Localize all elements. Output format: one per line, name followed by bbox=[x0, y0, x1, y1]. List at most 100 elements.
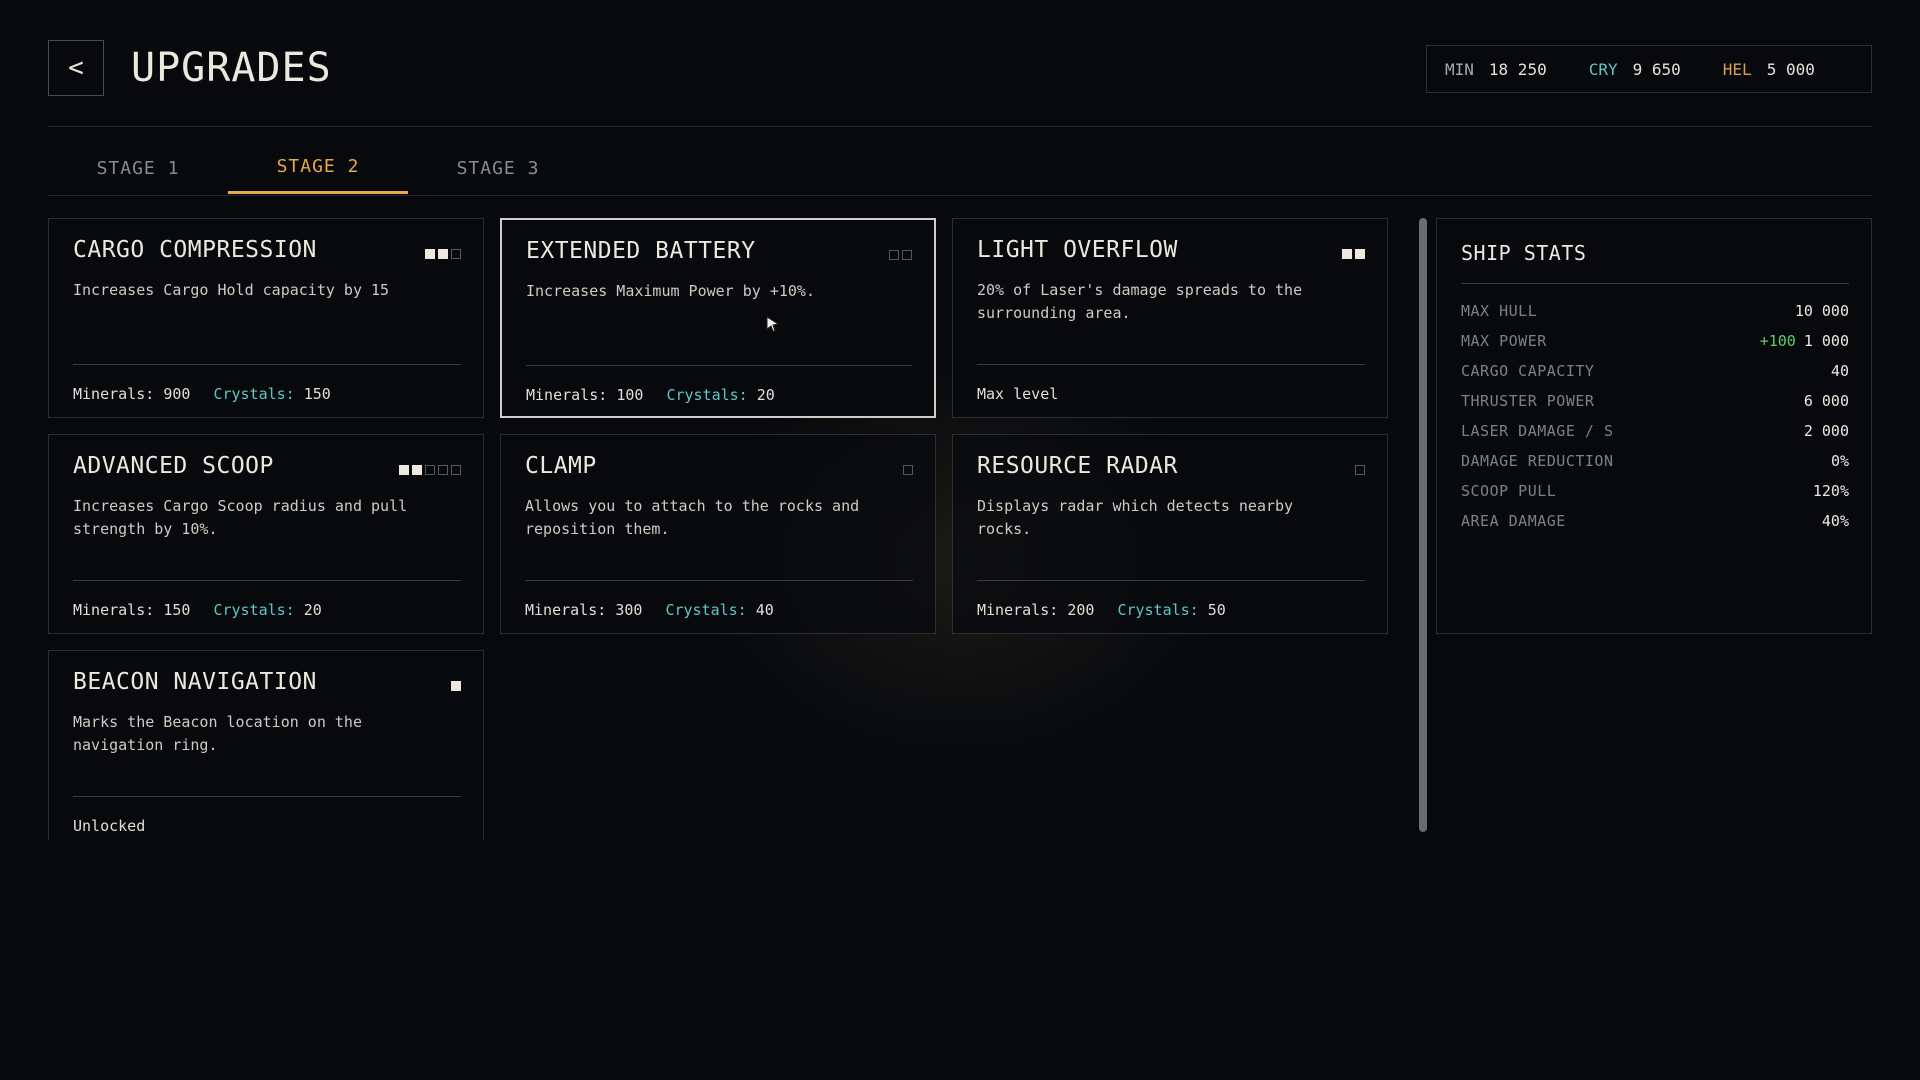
resource-helium: HEL 5 000 bbox=[1723, 60, 1815, 79]
crystals-cost: 20 bbox=[303, 601, 322, 619]
upgrade-title: CARGO COMPRESSION bbox=[73, 237, 317, 263]
upgrade-card-beacon-navigation[interactable]: BEACON NAVIGATION Marks the Beacon locat… bbox=[48, 650, 484, 840]
stat-value: 6 000 bbox=[1803, 392, 1849, 410]
ship-stats-title: SHIP STATS bbox=[1461, 241, 1587, 265]
stat-name: CARGO CAPACITY bbox=[1461, 362, 1595, 380]
scrollbar[interactable] bbox=[1419, 218, 1427, 832]
minerals-label: Minerals: bbox=[73, 601, 155, 619]
upgrade-card-extended-battery[interactable]: EXTENDED BATTERY Increases Maximum Power… bbox=[500, 218, 936, 418]
minerals-label: Minerals: bbox=[525, 601, 607, 619]
resource-minerals: MIN 18 250 bbox=[1445, 60, 1547, 79]
crystals-label: Crystals: bbox=[666, 386, 748, 404]
upgrade-description: Increases Maximum Power by +10%. bbox=[526, 282, 815, 300]
upgrade-card-resource-radar[interactable]: RESOURCE RADAR Displays radar which dete… bbox=[952, 434, 1388, 634]
stat-value: 1 000 bbox=[1803, 332, 1849, 350]
minerals-label: Minerals: bbox=[526, 386, 608, 404]
upgrade-description: 20% of Laser's damage spreads to the sur… bbox=[977, 281, 1303, 322]
crystals-cost: 40 bbox=[755, 601, 774, 619]
crystals-label: Crystals: bbox=[1117, 601, 1199, 619]
upgrade-title: CLAMP bbox=[525, 453, 597, 479]
upgrade-card-clamp[interactable]: CLAMP Allows you to attach to the rocks … bbox=[500, 434, 936, 634]
level-indicator bbox=[1355, 465, 1365, 475]
tab-label: STAGE 2 bbox=[276, 156, 360, 177]
stat-value: 0% bbox=[1830, 452, 1849, 470]
stat-row: MAX HULL 10 000 bbox=[1461, 299, 1849, 323]
ship-stats-panel: SHIP STATS MAX HULL 10 000 MAX POWER +10… bbox=[1436, 218, 1872, 634]
minerals-cost: 900 bbox=[163, 385, 191, 403]
stat-name: LASER DAMAGE / S bbox=[1461, 422, 1614, 440]
resource-amount: 5 000 bbox=[1766, 59, 1815, 79]
stat-name: SCOOP PULL bbox=[1461, 482, 1557, 500]
stat-row: SCOOP PULL 120% bbox=[1461, 479, 1849, 503]
upgrade-cost: Minerals: 100 Crystals: 20 bbox=[526, 386, 775, 404]
level-pip bbox=[1355, 465, 1365, 475]
minerals-cost: 150 bbox=[163, 601, 191, 619]
level-pip bbox=[902, 250, 912, 260]
resource-code: CRY bbox=[1588, 59, 1618, 79]
resource-panel: MIN 18 250 CRY 9 650 HEL 5 000 bbox=[1426, 45, 1872, 93]
crystals-label: Crystals: bbox=[213, 385, 295, 403]
upgrade-status: Unlocked bbox=[73, 817, 146, 835]
level-pip bbox=[889, 250, 899, 260]
upgrade-description: Marks the Beacon location on the navigat… bbox=[73, 713, 362, 754]
level-indicator bbox=[451, 681, 461, 691]
level-pip bbox=[451, 681, 461, 691]
upgrade-title: RESOURCE RADAR bbox=[977, 453, 1178, 479]
page-title: UPGRADES bbox=[131, 45, 332, 91]
upgrade-card-cargo-compression[interactable]: CARGO COMPRESSION Increases Cargo Hold c… bbox=[48, 218, 484, 418]
back-button[interactable]: < bbox=[48, 40, 104, 96]
back-arrow-icon: < bbox=[68, 53, 84, 83]
upgrade-cost: Minerals: 300 Crystals: 40 bbox=[525, 601, 774, 619]
stat-row: MAX POWER +100 1 000 bbox=[1461, 329, 1849, 353]
level-indicator bbox=[425, 249, 461, 259]
tabs-divider bbox=[48, 195, 1872, 196]
stat-name: AREA DAMAGE bbox=[1461, 512, 1566, 530]
tab-stage-2[interactable]: STAGE 2 bbox=[228, 142, 408, 194]
stat-value: 10 000 bbox=[1794, 302, 1849, 320]
upgrade-cost: Minerals: 150 Crystals: 20 bbox=[73, 601, 322, 619]
level-pip bbox=[438, 249, 448, 259]
upgrade-description: Increases Cargo Scoop radius and pull st… bbox=[73, 497, 408, 538]
card-divider bbox=[73, 580, 461, 581]
upgrade-status: Max level bbox=[977, 385, 1059, 403]
minerals-label: Minerals: bbox=[73, 385, 155, 403]
resource-code: MIN bbox=[1445, 59, 1474, 79]
upgrade-description: Increases Cargo Hold capacity by 15 bbox=[73, 281, 390, 299]
card-divider bbox=[73, 364, 461, 365]
crystals-cost: 20 bbox=[756, 386, 775, 404]
level-pip bbox=[1355, 249, 1365, 259]
upgrade-card-advanced-scoop[interactable]: ADVANCED SCOOP Increases Cargo Scoop rad… bbox=[48, 434, 484, 634]
stat-name: MAX HULL bbox=[1461, 302, 1538, 320]
stat-name: DAMAGE REDUCTION bbox=[1461, 452, 1614, 470]
upgrade-card-light-overflow[interactable]: LIGHT OVERFLOW 20% of Laser's damage spr… bbox=[952, 218, 1388, 418]
level-indicator bbox=[889, 250, 912, 260]
stat-value: 2 000 bbox=[1803, 422, 1849, 440]
level-pip bbox=[399, 465, 409, 475]
tab-label: STAGE 3 bbox=[456, 157, 540, 179]
stat-row: CARGO CAPACITY 40 bbox=[1461, 359, 1849, 383]
card-divider bbox=[977, 364, 1365, 365]
crystals-cost: 150 bbox=[303, 385, 331, 403]
crystals-label: Crystals: bbox=[665, 601, 747, 619]
stats-divider bbox=[1461, 283, 1849, 284]
upgrade-description: Allows you to attach to the rocks and re… bbox=[525, 497, 860, 538]
level-pip bbox=[903, 465, 913, 475]
stat-row: LASER DAMAGE / S 2 000 bbox=[1461, 419, 1849, 443]
stat-row: THRUSTER POWER 6 000 bbox=[1461, 389, 1849, 413]
level-pip bbox=[451, 465, 461, 475]
minerals-cost: 300 bbox=[615, 601, 643, 619]
stat-row: AREA DAMAGE 40% bbox=[1461, 509, 1849, 533]
tab-stage-3[interactable]: STAGE 3 bbox=[408, 142, 588, 194]
level-indicator bbox=[1342, 249, 1365, 259]
level-pip bbox=[425, 465, 435, 475]
level-pip bbox=[451, 249, 461, 259]
level-pip bbox=[425, 249, 435, 259]
level-indicator bbox=[903, 465, 913, 475]
card-divider bbox=[977, 580, 1365, 581]
stat-value: 40% bbox=[1821, 512, 1849, 530]
resource-amount: 9 650 bbox=[1632, 59, 1681, 79]
card-divider bbox=[526, 365, 912, 366]
tab-stage-1[interactable]: STAGE 1 bbox=[48, 142, 228, 194]
stat-value: 120% bbox=[1812, 482, 1849, 500]
resource-code: HEL bbox=[1722, 59, 1752, 79]
